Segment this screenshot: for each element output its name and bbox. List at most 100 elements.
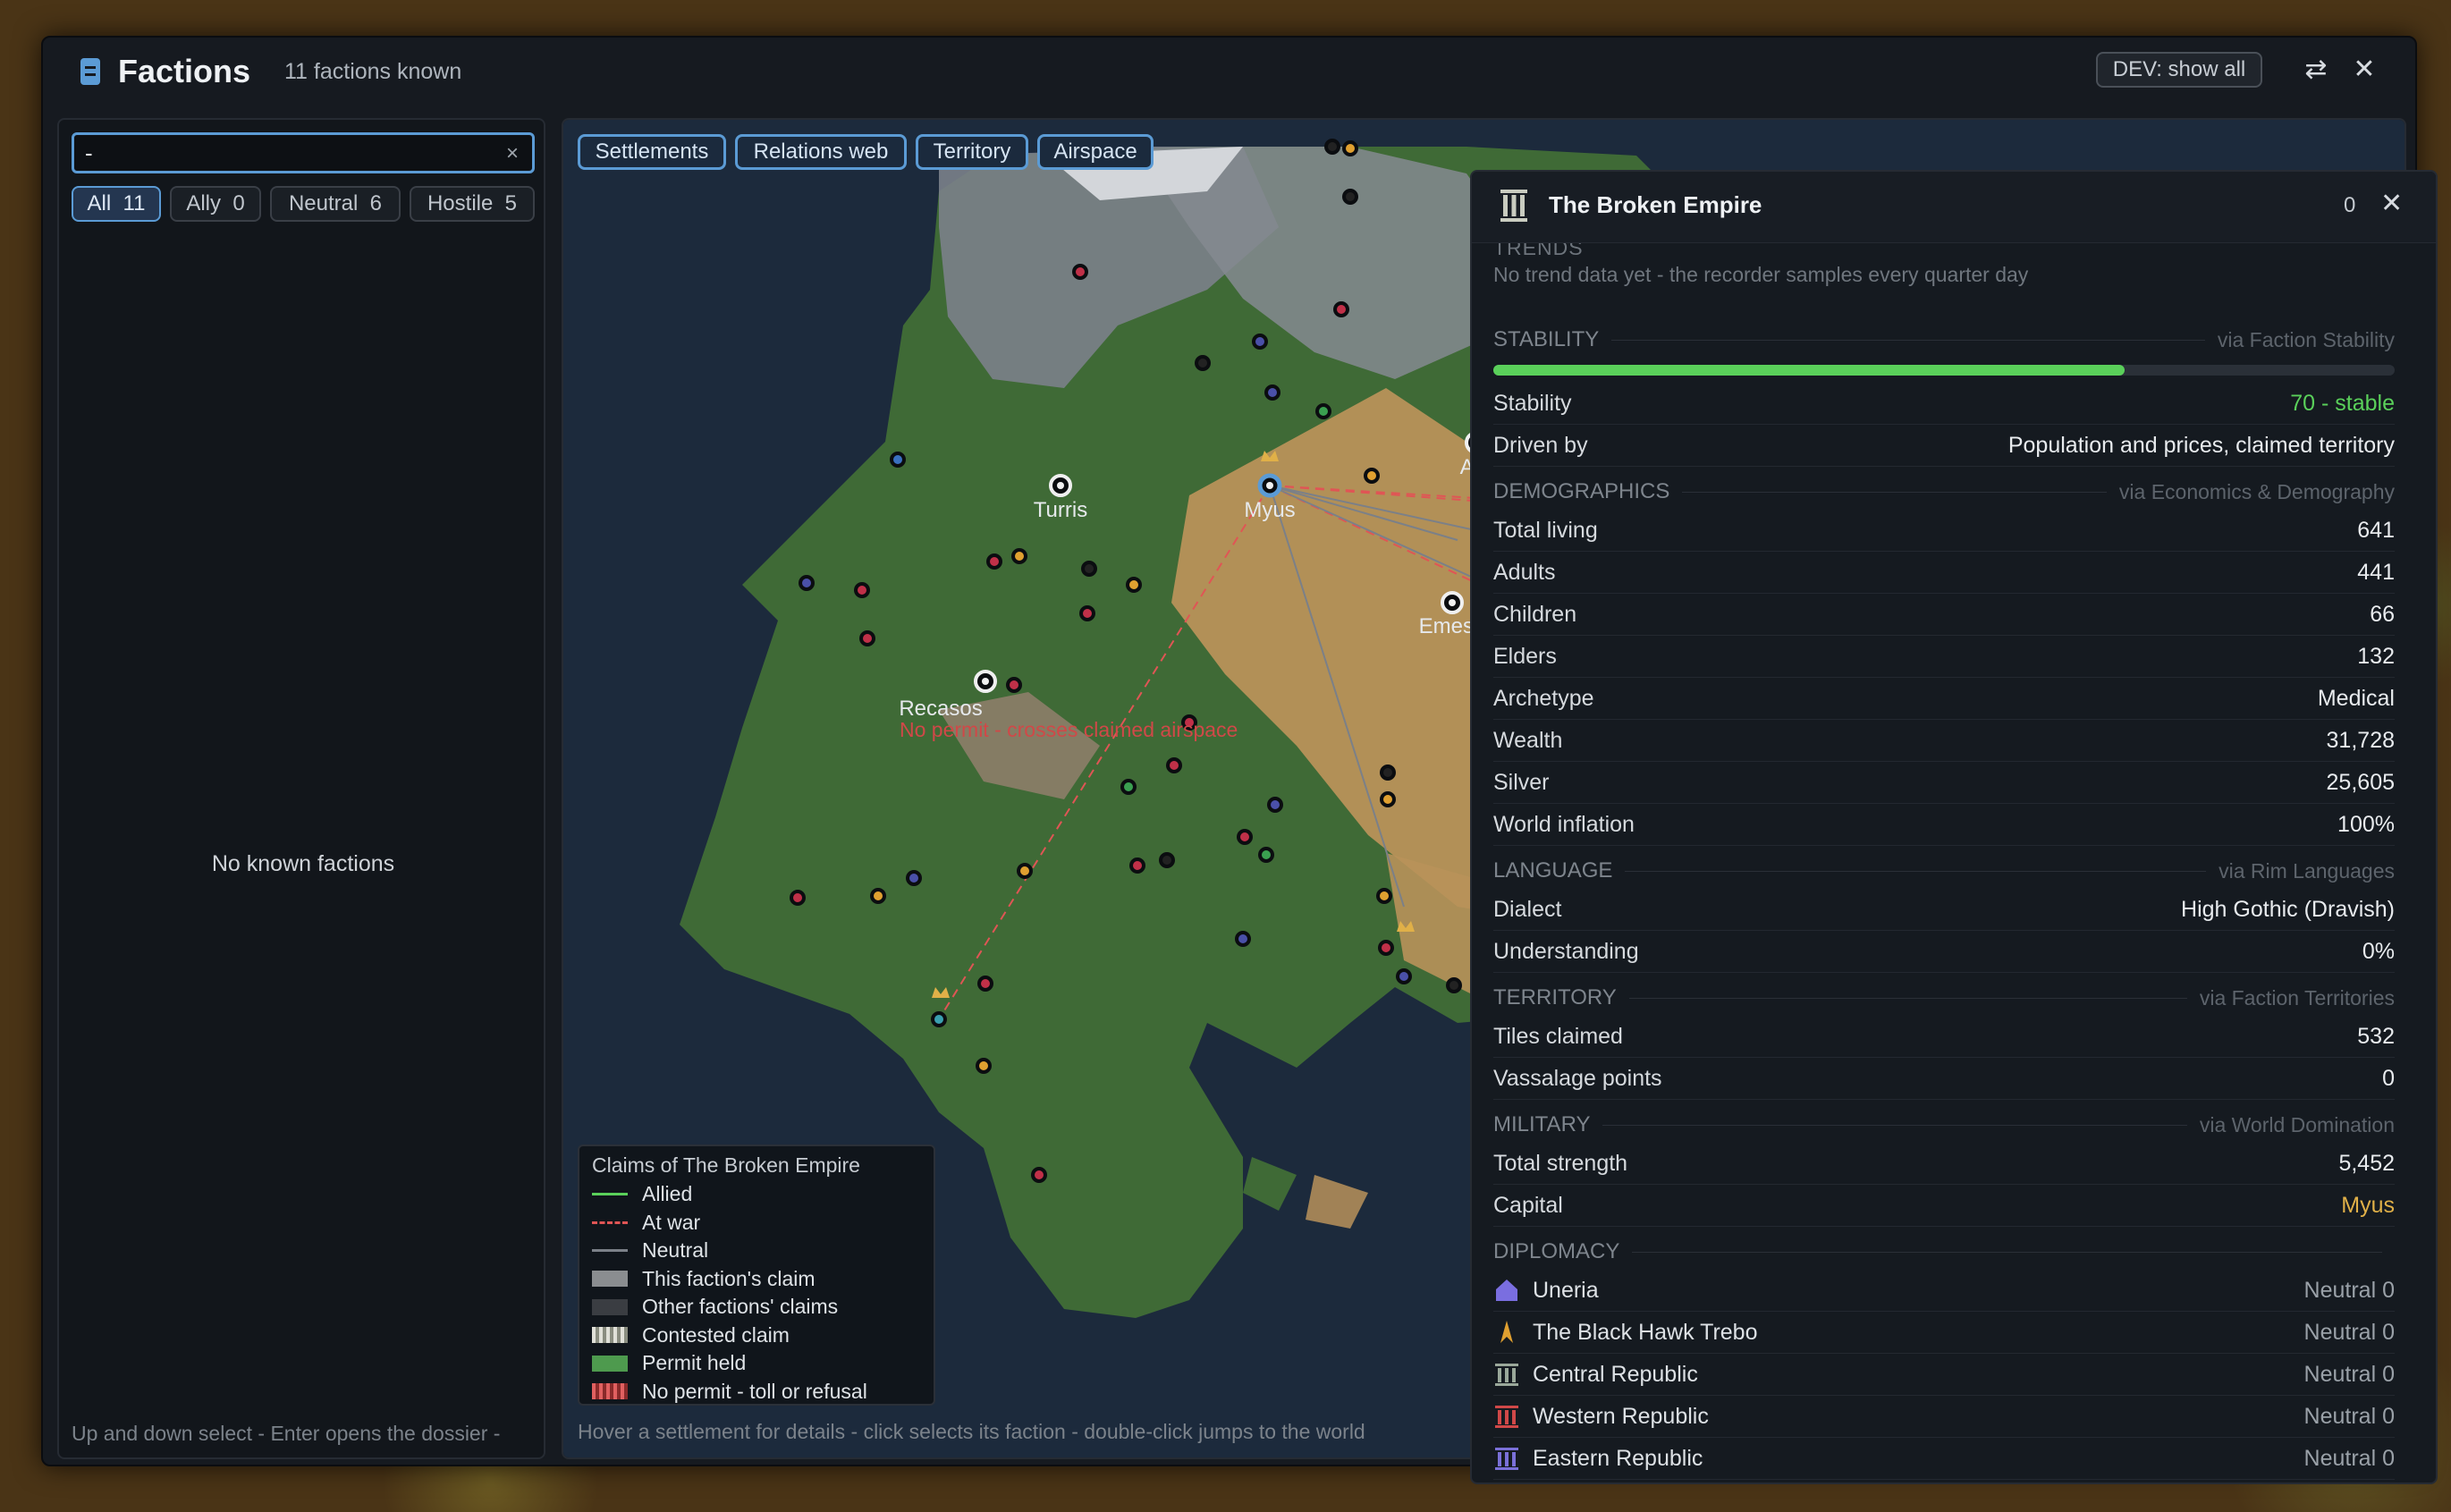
dossier-header: The Broken Empire 0 ✕ (1472, 172, 2436, 243)
silver-row: Silver 25,605 (1493, 762, 2395, 804)
window-title: Factions (118, 53, 251, 89)
filter-hostile[interactable]: Hostile 5 (410, 186, 535, 222)
legend-label: Allied (642, 1182, 693, 1206)
legend-item: Other factions' claims (592, 1293, 921, 1322)
row-value: Medical (2317, 685, 2395, 711)
settlement-label: Myus (1244, 498, 1295, 522)
diplomacy-row[interactable]: Central Republic Neutral 0 (1493, 1354, 2395, 1396)
dev-show-all-button[interactable]: DEV: show all (2096, 52, 2262, 88)
relation-value: Neutral 0 (2303, 1361, 2395, 1387)
search-input[interactable] (72, 132, 535, 173)
no-permit-swatch (592, 1383, 628, 1400)
section-heading: DIPLOMACY (1493, 1239, 1620, 1263)
row-label: World inflation (1493, 811, 1635, 837)
tab-airspace[interactable]: Airspace (1037, 134, 1154, 170)
house-icon (1496, 1280, 1517, 1301)
section-heading: TERRITORY (1493, 985, 1617, 1009)
empty-list-message: No known factions (211, 851, 395, 876)
permit-swatch (592, 1355, 628, 1372)
row-value: 532 (2357, 1023, 2395, 1049)
legend-item: Permit held (592, 1349, 921, 1378)
section-heading: LANGUAGE (1493, 858, 1613, 883)
row-value: 0 (2382, 1065, 2395, 1091)
children-row: Children 66 (1493, 594, 2395, 636)
relation-value: Neutral 0 (2303, 1277, 2395, 1303)
claims-legend: Claims of The Broken Empire Allied At wa… (578, 1145, 935, 1406)
diplomacy-row[interactable]: Western Republic Neutral 0 (1493, 1396, 2395, 1438)
filter-neutral[interactable]: Neutral 6 (270, 186, 401, 222)
row-value: 641 (2357, 517, 2395, 543)
tab-settlements[interactable]: Settlements (578, 134, 726, 170)
row-value: 25,605 (2326, 769, 2395, 795)
close-icon[interactable]: ✕ (2346, 52, 2382, 88)
legend-label: Contested claim (642, 1322, 790, 1347)
spear-icon (1500, 1321, 1513, 1343)
row-label: Capital (1493, 1192, 1563, 1218)
faction-dossier: The Broken Empire 0 ✕ TRENDS No trend da… (1470, 170, 2438, 1484)
archetype-row: Archetype Medical (1493, 678, 2395, 720)
legend-label: At war (642, 1210, 701, 1234)
legend-item: Neutral (592, 1237, 921, 1265)
diplomacy-row[interactable]: Uneria Neutral 0 (1493, 1270, 2395, 1312)
legend-label: No permit - toll or refusal (642, 1379, 867, 1403)
section-source: via Faction Territories (2199, 985, 2395, 1009)
clear-search-icon[interactable]: × (506, 141, 519, 166)
relation-value: Neutral 0 (2303, 1319, 2395, 1345)
territory-section: TERRITORY via Faction Territories (1493, 980, 2395, 1016)
driven-by-row: Driven by Population and prices, claimed … (1493, 425, 2395, 467)
filter-count: 0 (232, 191, 245, 215)
relation-value: Neutral 0 (2303, 1445, 2395, 1471)
close-dossier-icon[interactable]: ✕ (2380, 188, 2403, 219)
filter-label: All (87, 191, 112, 215)
row-value: 70 - stable (2290, 390, 2395, 416)
allied-swatch (592, 1193, 628, 1196)
filter-all[interactable]: All 11 (72, 186, 161, 222)
filter-label: Ally (186, 191, 221, 215)
filter-count: 6 (369, 191, 383, 215)
diplomacy-row[interactable]: Eastern Republic Neutral 0 (1493, 1438, 2395, 1480)
filter-label: Neutral (288, 191, 359, 215)
row-label: Dialect (1493, 896, 1562, 922)
row-value: High Gothic (Dravish) (2181, 896, 2395, 922)
dossier-scroll-area[interactable]: TRENDS No trend data yet - the recorder … (1472, 243, 2436, 1482)
row-label: Silver (1493, 769, 1550, 795)
capital-row[interactable]: Capital Myus (1493, 1185, 2395, 1227)
row-label: Driven by (1493, 432, 1588, 458)
diplomacy-row[interactable]: The Black Hawk Trebo Neutral 0 (1493, 1312, 2395, 1354)
section-heading: MILITARY (1493, 1112, 1591, 1136)
row-label: Children (1493, 601, 1577, 627)
wealth-row: Wealth 31,728 (1493, 720, 2395, 762)
this-claim-swatch (592, 1271, 628, 1288)
row-label: Total living (1493, 517, 1598, 543)
row-value: Population and prices, claimed territory (2007, 432, 2395, 458)
row-value: 100% (2337, 811, 2395, 837)
legend-item: Contested claim (592, 1322, 921, 1350)
row-label: Stability (1493, 390, 1572, 416)
military-section: MILITARY via World Domination (1493, 1107, 2395, 1143)
pillars-icon (1495, 1364, 1518, 1386)
vassalage-row: Vassalage points 0 (1493, 1058, 2395, 1100)
capital-link[interactable]: Myus (2341, 1193, 2395, 1219)
row-label: Total strength (1493, 1150, 1628, 1176)
other-claims-swatch (592, 1298, 628, 1315)
swap-icon[interactable]: ⇄ (2298, 52, 2334, 88)
neutral-swatch (592, 1249, 628, 1253)
section-source: via Economics & Demography (2118, 479, 2395, 503)
factions-count: 11 factions known (284, 59, 462, 84)
trend-note: No trend data yet - the recorder samples… (1493, 263, 2029, 286)
legend-item: Allied (592, 1180, 921, 1209)
filter-count: 5 (504, 191, 518, 215)
row-label: Understanding (1493, 938, 1639, 964)
at-war-swatch (592, 1221, 628, 1224)
filter-ally[interactable]: Ally 0 (170, 186, 261, 222)
faction-name: Western Republic (1533, 1403, 1709, 1429)
row-value: 5,452 (2338, 1150, 2395, 1176)
dossier-faction-name: The Broken Empire (1549, 191, 1762, 218)
adults-row: Adults 441 (1493, 552, 2395, 594)
row-label: Tiles claimed (1493, 1023, 1623, 1049)
keyboard-hint: Up and down select - Enter opens the dos… (72, 1422, 501, 1445)
tab-relations-web[interactable]: Relations web (735, 134, 907, 170)
legend-label: Neutral (642, 1238, 709, 1263)
filter-count: 11 (123, 191, 146, 215)
tab-territory[interactable]: Territory (916, 134, 1028, 170)
